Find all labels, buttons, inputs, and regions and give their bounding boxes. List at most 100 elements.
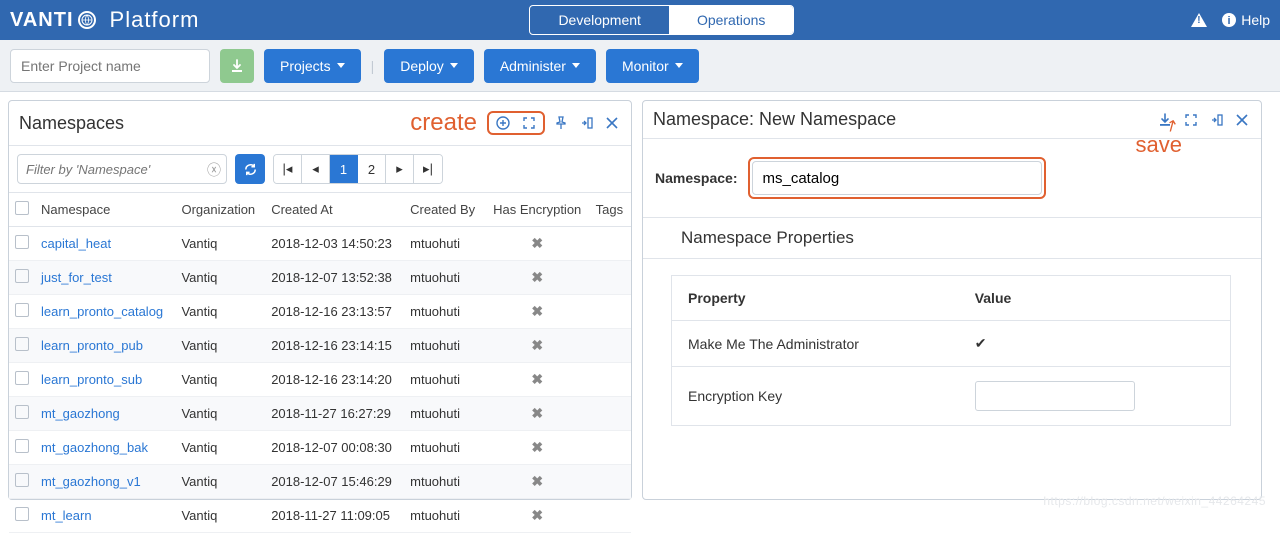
encryption-x-icon[interactable]: ✖ (531, 439, 543, 455)
namespace-input[interactable] (752, 161, 1042, 195)
namespace-label: Namespace: (655, 170, 738, 186)
namespace-link[interactable]: capital_heat (41, 236, 111, 251)
tags-cell (590, 329, 631, 363)
projects-button[interactable]: Projects (264, 49, 361, 83)
tags-cell (590, 465, 631, 499)
expand-icon[interactable] (519, 115, 539, 131)
close-icon[interactable] (603, 116, 621, 130)
prop-name: Make Me The Administrator (672, 321, 959, 367)
table-row: mt_gaozhong_v1Vantiq2018-12-07 15:46:29m… (9, 465, 631, 499)
table-row: capital_heatVantiq2018-12-03 14:50:23mtu… (9, 227, 631, 261)
help-link[interactable]: i Help (1221, 12, 1270, 28)
row-checkbox[interactable] (15, 303, 29, 317)
expand-icon[interactable] (1181, 112, 1201, 128)
col-created-at[interactable]: Created At (265, 193, 404, 227)
top-right: i Help (1191, 12, 1270, 28)
page-last[interactable]: ▸| (414, 155, 442, 183)
panel-tools: create (410, 109, 621, 137)
row-checkbox[interactable] (15, 507, 29, 521)
select-all-checkbox[interactable] (15, 201, 29, 215)
monitor-button[interactable]: Monitor (606, 49, 699, 83)
clear-filter-icon[interactable]: ⓧ (207, 160, 221, 180)
caret-down-icon (450, 63, 458, 68)
encryption-x-icon[interactable]: ✖ (531, 507, 543, 523)
org-cell: Vantiq (175, 499, 265, 533)
properties-table: Property Value Make Me The Administrator… (671, 275, 1231, 426)
namespace-link[interactable]: learn_pronto_pub (41, 338, 143, 353)
page-prev[interactable]: ◂ (302, 155, 330, 183)
row-checkbox[interactable] (15, 473, 29, 487)
table-row: learn_pronto_catalog Vantiq2018-12-16 23:… (9, 295, 631, 329)
namespace-link[interactable]: mt_gaozhong_bak (41, 440, 148, 455)
administer-button[interactable]: Administer (484, 49, 596, 83)
properties-section-title: Namespace Properties (643, 217, 1261, 259)
dock-icon[interactable] (577, 115, 597, 131)
tags-cell (590, 261, 631, 295)
namespace-link[interactable]: learn_pronto_catalog (41, 304, 163, 319)
by-cell: mtuohuti (404, 499, 485, 533)
namespace-link[interactable]: mt_gaozhong (41, 406, 120, 421)
tab-operations[interactable]: Operations (669, 6, 793, 34)
by-cell: mtuohuti (404, 261, 485, 295)
project-name-input[interactable] (10, 49, 210, 83)
row-checkbox[interactable] (15, 405, 29, 419)
refresh-button[interactable] (235, 154, 265, 184)
encryption-x-icon[interactable]: ✖ (531, 303, 543, 319)
encryption-key-input[interactable] (975, 381, 1135, 411)
page-first[interactable]: |◂ (274, 155, 302, 183)
created-cell: 2018-12-16 23:14:20 (265, 363, 404, 397)
row-checkbox[interactable] (15, 439, 29, 453)
created-cell: 2018-12-07 13:52:38 (265, 261, 404, 295)
warning-icon[interactable] (1191, 13, 1207, 27)
tags-cell (590, 227, 631, 261)
namespace-link[interactable]: learn_pronto_sub (41, 372, 142, 387)
prop-col-value: Value (959, 276, 1231, 321)
encryption-x-icon[interactable]: ✖ (531, 405, 543, 421)
table-row: learn_pronto_pubVantiq2018-12-16 23:14:1… (9, 329, 631, 363)
row-checkbox[interactable] (15, 269, 29, 283)
deploy-button[interactable]: Deploy (384, 49, 474, 83)
add-icon[interactable] (493, 115, 513, 131)
close-icon[interactable] (1233, 113, 1251, 127)
check-icon[interactable]: ✔ (975, 335, 987, 351)
pagination: |◂ ◂ 1 2 ▸ ▸| (273, 154, 443, 184)
col-tags[interactable]: Tags (590, 193, 631, 227)
page-1[interactable]: 1 (330, 155, 358, 183)
row-checkbox[interactable] (15, 371, 29, 385)
created-cell: 2018-12-16 23:13:57 (265, 295, 404, 329)
toolbar: Projects | Deploy Administer Monitor (0, 40, 1280, 92)
encryption-x-icon[interactable]: ✖ (531, 337, 543, 353)
filter-input[interactable] (17, 154, 227, 184)
col-created-by[interactable]: Created By (404, 193, 485, 227)
col-has-encryption[interactable]: Has Encryption (485, 193, 590, 227)
page-2[interactable]: 2 (358, 155, 386, 183)
globe-icon (78, 11, 96, 29)
namespace-link[interactable]: just_for_test (41, 270, 112, 285)
encryption-x-icon[interactable]: ✖ (531, 371, 543, 387)
col-namespace[interactable]: Namespace (35, 193, 175, 227)
save-project-button[interactable] (220, 49, 254, 83)
col-organization[interactable]: Organization (175, 193, 265, 227)
toolbar-divider: | (371, 58, 375, 74)
encryption-x-icon[interactable]: ✖ (531, 235, 543, 251)
row-checkbox[interactable] (15, 235, 29, 249)
encryption-x-icon[interactable]: ✖ (531, 269, 543, 285)
created-cell: 2018-11-27 11:09:05 (265, 499, 404, 533)
namespace-link[interactable]: mt_learn (41, 508, 92, 523)
dock-icon[interactable] (1207, 112, 1227, 128)
filter-row: ⓧ |◂ ◂ 1 2 ▸ ▸| (9, 146, 631, 192)
by-cell: mtuohuti (404, 227, 485, 261)
pin-icon[interactable] (551, 115, 571, 131)
org-cell: Vantiq (175, 363, 265, 397)
caret-down-icon (675, 63, 683, 68)
table-row: mt_gaozhong_bakVantiq2018-12-07 00:08:30… (9, 431, 631, 465)
encryption-x-icon[interactable]: ✖ (531, 473, 543, 489)
tab-development[interactable]: Development (530, 6, 669, 34)
brand-text: VANTI (10, 9, 74, 32)
by-cell: mtuohuti (404, 431, 485, 465)
row-checkbox[interactable] (15, 337, 29, 351)
namespace-link[interactable]: mt_gaozhong_v1 (41, 474, 141, 489)
page-next[interactable]: ▸ (386, 155, 414, 183)
org-cell: Vantiq (175, 295, 265, 329)
tags-cell (590, 397, 631, 431)
